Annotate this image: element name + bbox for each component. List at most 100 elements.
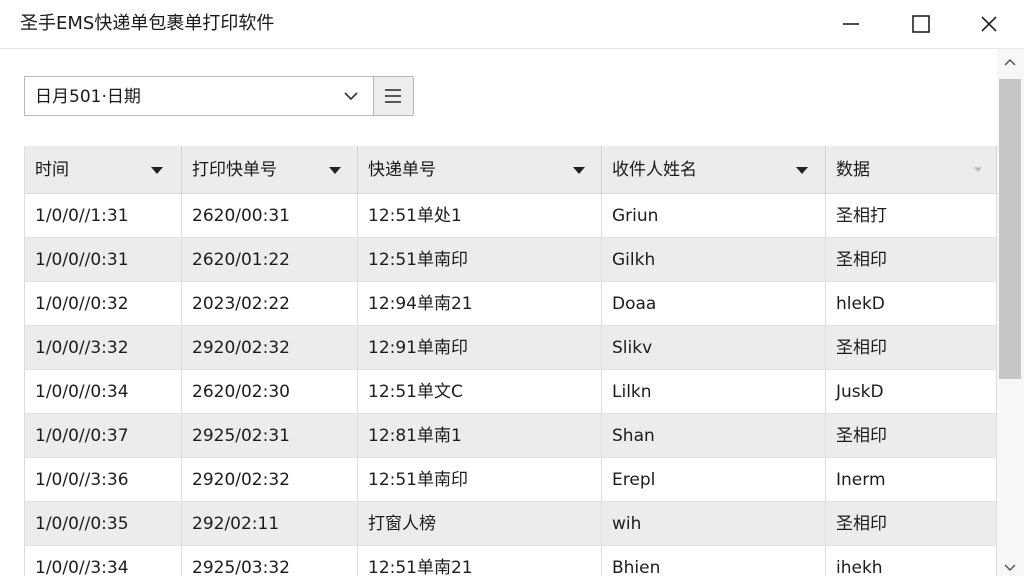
cell-text: 圣相印 (836, 250, 887, 270)
scroll-up-icon[interactable] (1004, 58, 1016, 66)
cell-tracking-number: 12:94单南21 (358, 282, 602, 326)
cell-text: Shan (612, 426, 655, 446)
list-view-button[interactable] (374, 76, 414, 116)
cell-recipient-name: Slikv (602, 326, 826, 370)
cell-tracking-number: 12:91单南印 (358, 326, 602, 370)
date-filter-value: 日月501·日期 (35, 87, 141, 107)
cell-time: 1/0/0//3:32 (25, 326, 182, 370)
cell-recipient-name: Bhien (602, 546, 826, 576)
maximize-button[interactable] (886, 0, 956, 48)
title-bar: 圣手EMS快递单包裹单打印软件 (0, 0, 1024, 49)
minimize-icon (843, 23, 859, 25)
cell-text: 12:81单南1 (368, 426, 462, 446)
cell-data: 圣相印 (826, 238, 997, 282)
sort-down-icon[interactable] (151, 167, 163, 175)
cell-text: 圣相印 (836, 514, 887, 534)
column-header-recipient-name[interactable]: 收件人姓名 (602, 146, 826, 194)
cell-text: 1/0/0//0:37 (35, 426, 129, 446)
table-row[interactable]: 1/0/0//3:36 2920/02:32 12:51单南印 Erepl In… (25, 458, 997, 502)
column-header-tracking-number[interactable]: 快递单号 (358, 146, 602, 194)
table-row[interactable]: 1/0/0//0:34 2620/02:30 12:51单文C Lilkn Ju… (25, 370, 997, 414)
scrollbar-thumb[interactable] (999, 79, 1021, 379)
cell-text: 2620/01:22 (192, 250, 290, 270)
column-header-label: 收件人姓名 (612, 160, 697, 180)
sort-down-icon[interactable] (573, 167, 585, 175)
cell-data: JuskD (826, 370, 997, 414)
cell-text: 圣相印 (836, 426, 887, 446)
cell-recipient-name: Griun (602, 194, 826, 238)
cell-print-number: 2925/02:31 (182, 414, 358, 458)
cell-recipient-name: Shan (602, 414, 826, 458)
cell-text: 12:51单南21 (368, 558, 473, 576)
cell-data: hlekD (826, 282, 997, 326)
cell-text: 2620/00:31 (192, 206, 290, 226)
table-row[interactable]: 1/0/0//0:37 2925/02:31 12:81单南1 Shan 圣相印 (25, 414, 997, 458)
cell-text: 1/0/0//3:32 (35, 338, 129, 358)
cell-tracking-number: 12:51单处1 (358, 194, 602, 238)
cell-text: 12:91单南印 (368, 338, 468, 358)
cell-text: hlekD (836, 294, 885, 314)
cell-text: Lilkn (612, 382, 652, 402)
column-header-label: 快递单号 (368, 160, 436, 180)
table-row[interactable]: 1/0/0//3:34 2925/03:32 12:51单南21 Bhien i… (25, 546, 997, 576)
sort-down-icon[interactable] (329, 167, 341, 175)
cell-print-number: 292/02:11 (182, 502, 358, 546)
cell-data: 圣相印 (826, 326, 997, 370)
cell-recipient-name: Lilkn (602, 370, 826, 414)
cell-text: 2925/02:31 (192, 426, 290, 446)
column-header-label: 数据 (836, 160, 870, 180)
cell-text: Bhien (612, 558, 661, 576)
cell-print-number: 2920/02:32 (182, 326, 358, 370)
column-header-label: 打印快单号 (192, 160, 277, 180)
minimize-button[interactable] (816, 0, 886, 48)
scroll-down-icon[interactable] (1004, 564, 1016, 572)
cell-text: Erepl (612, 470, 656, 490)
cell-text: 12:51单处1 (368, 206, 462, 226)
column-header-time[interactable]: 时间 (25, 146, 182, 194)
column-header-data[interactable]: 数据 (826, 146, 997, 194)
cell-print-number: 2620/01:22 (182, 238, 358, 282)
cell-tracking-number: 打窗人榜 (358, 502, 602, 546)
table-row[interactable]: 1/0/0//0:31 2620/01:22 12:51单南印 Gilkh 圣相… (25, 238, 997, 282)
cell-print-number: 2925/03:32 (182, 546, 358, 576)
window-title: 圣手EMS快递单包裹单打印软件 (20, 13, 275, 34)
cell-text: 2620/02:30 (192, 382, 290, 402)
cell-text: 1/0/0//0:31 (35, 250, 129, 270)
cell-text: 圣相打 (836, 206, 887, 226)
close-button[interactable] (954, 0, 1024, 48)
column-header-print-number[interactable]: 打印快单号 (182, 146, 358, 194)
cell-text: wih (612, 514, 642, 534)
cell-time: 1/0/0//3:36 (25, 458, 182, 502)
cell-tracking-number: 12:51单文C (358, 370, 602, 414)
column-header-label: 时间 (35, 160, 69, 180)
cell-text: 1/0/0//0:32 (35, 294, 129, 314)
cell-time: 1/0/0//0:32 (25, 282, 182, 326)
vertical-scrollbar[interactable] (997, 49, 1024, 576)
cell-text: 圣相印 (836, 338, 887, 358)
cell-text: 2920/02:32 (192, 338, 290, 358)
cell-tracking-number: 12:51单南印 (358, 458, 602, 502)
table-row[interactable]: 1/0/0//0:35 292/02:11 打窗人榜 wih 圣相印 (25, 502, 997, 546)
cell-text: 2920/02:32 (192, 470, 290, 490)
cell-text: 打窗人榜 (368, 514, 436, 534)
table-row[interactable]: 1/0/0//3:32 2920/02:32 12:91单南印 Slikv 圣相… (25, 326, 997, 370)
cell-data: 圣相印 (826, 414, 997, 458)
cell-print-number: 2023/02:22 (182, 282, 358, 326)
cell-time: 1/0/0//0:35 (25, 502, 182, 546)
cell-time: 1/0/0//0:37 (25, 414, 182, 458)
date-filter-dropdown[interactable]: 日月501·日期 (24, 76, 374, 116)
table-row[interactable]: 1/0/0//1:31 2620/00:31 12:51单处1 Griun 圣相… (25, 194, 997, 238)
sort-down-icon[interactable] (974, 167, 982, 173)
cell-text: 1/0/0//0:35 (35, 514, 129, 534)
cell-tracking-number: 12:81单南1 (358, 414, 602, 458)
table-row[interactable]: 1/0/0//0:32 2023/02:22 12:94单南21 Doaa hl… (25, 282, 997, 326)
table-header: 时间 打印快单号 快递单号 收件人姓名 数据 (25, 146, 997, 194)
cell-text: 2925/03:32 (192, 558, 290, 576)
cell-time: 1/0/0//0:31 (25, 238, 182, 282)
cell-text: 292/02:11 (192, 514, 280, 534)
sort-down-icon[interactable] (796, 167, 808, 175)
cell-recipient-name: Doaa (602, 282, 826, 326)
cell-data: 圣相印 (826, 502, 997, 546)
chevron-down-icon (344, 92, 358, 101)
cell-print-number: 2620/00:31 (182, 194, 358, 238)
